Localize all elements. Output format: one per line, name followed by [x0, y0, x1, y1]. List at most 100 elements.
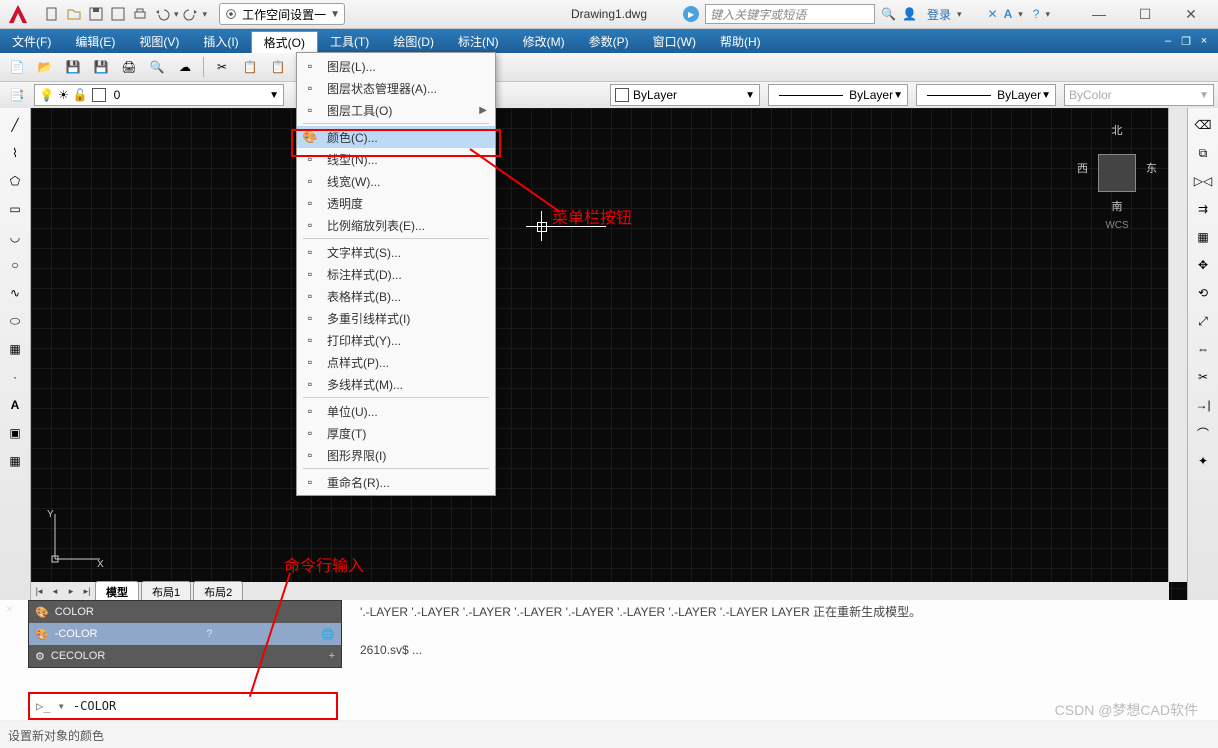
palette-close-icon[interactable]: × [6, 602, 24, 616]
hatch-icon[interactable]: ▦ [2, 336, 28, 362]
globe-icon[interactable]: 🌐 [321, 628, 335, 641]
menu-item[interactable]: ▫图形界限(I) [297, 444, 495, 466]
tb-save-icon[interactable]: 💾 [60, 54, 86, 80]
command-input[interactable]: ▷_ ▾ -COLOR [28, 692, 338, 720]
undo-icon[interactable] [152, 4, 172, 24]
menu-edit[interactable]: 编辑(E) [63, 29, 127, 53]
palette-row[interactable]: ⚙ CECOLOR + [29, 645, 341, 667]
vertical-scrollbar[interactable] [1168, 108, 1187, 582]
app-icon-a[interactable]: A [1004, 7, 1013, 21]
tb-saveas-icon[interactable]: 💾 [88, 54, 114, 80]
tb-preview-icon[interactable]: 🔍 [144, 54, 170, 80]
menu-item[interactable]: ▫标注样式(D)... [297, 263, 495, 285]
trim-icon[interactable]: ✂ [1190, 364, 1216, 390]
erase-icon[interactable]: ⌫ [1190, 112, 1216, 138]
tb-cut-icon[interactable]: ✂ [209, 54, 235, 80]
move-icon[interactable]: ✥ [1190, 252, 1216, 278]
menu-item[interactable]: ▫图层状态管理器(A)... [297, 77, 495, 99]
plotstyle-combo[interactable]: ByColor▼ [1064, 84, 1214, 106]
save-icon[interactable] [86, 4, 106, 24]
menu-modify[interactable]: 修改(M) [511, 29, 577, 53]
tb-copy-icon[interactable]: 📋 [237, 54, 263, 80]
minimize-button[interactable]: — [1076, 0, 1122, 28]
polygon-icon[interactable]: ⬠ [2, 168, 28, 194]
spline-icon[interactable]: ∿ [2, 280, 28, 306]
menu-item[interactable]: ▫图层(L)... [297, 55, 495, 77]
menu-help[interactable]: 帮助(H) [708, 29, 773, 53]
tab-first-icon[interactable]: |◂ [31, 583, 47, 599]
menu-draw[interactable]: 绘图(D) [381, 29, 446, 53]
exchange-icon[interactable]: ✕ [988, 7, 998, 21]
lineweight-combo[interactable]: ByLayer▼ [916, 84, 1056, 106]
help-icon[interactable]: ? [1033, 7, 1040, 21]
print-icon[interactable] [130, 4, 150, 24]
menu-tools[interactable]: 工具(T) [318, 29, 381, 53]
menu-item[interactable]: ▫重命名(R)... [297, 471, 495, 493]
menu-format[interactable]: 格式(O) [251, 31, 318, 53]
scale-icon[interactable]: ⤢ [1190, 308, 1216, 334]
tb-paste-icon[interactable]: 📋 [265, 54, 291, 80]
region-icon[interactable]: ▣ [2, 420, 28, 446]
menu-item[interactable]: ▫线型(N)... [297, 148, 495, 170]
menu-insert[interactable]: 插入(I) [191, 29, 250, 53]
viewcube-face[interactable] [1098, 154, 1136, 192]
wcs-label[interactable]: WCS [1077, 220, 1157, 231]
help-icon[interactable]: ? [206, 628, 212, 640]
explode-icon[interactable]: ✦ [1190, 448, 1216, 474]
close-button[interactable]: ✕ [1168, 0, 1214, 28]
mirror-icon[interactable]: ▷◁ [1190, 168, 1216, 194]
menu-item[interactable]: ▫表格样式(B)... [297, 285, 495, 307]
app-logo[interactable] [0, 0, 36, 28]
rotate-icon[interactable]: ⟲ [1190, 280, 1216, 306]
infocenter-play-icon[interactable]: ▶ [683, 6, 699, 22]
menu-view[interactable]: 视图(V) [127, 29, 191, 53]
point-icon[interactable]: · [2, 364, 28, 390]
maximize-button[interactable]: ☐ [1122, 0, 1168, 28]
layer-props-icon[interactable]: 📑 [4, 82, 30, 108]
new-icon[interactable] [42, 4, 62, 24]
saveas-icon[interactable] [108, 4, 128, 24]
search-icon[interactable]: 🔍 [881, 7, 896, 21]
menu-window[interactable]: 窗口(W) [641, 29, 708, 53]
viewcube[interactable]: 北 西 东 南 WCS [1077, 122, 1157, 232]
open-icon[interactable] [64, 4, 84, 24]
menu-file[interactable]: 文件(F) [0, 29, 63, 53]
menu-item[interactable]: ▫透明度 [297, 192, 495, 214]
tab-layout2[interactable]: 布局2 [193, 581, 243, 601]
extend-icon[interactable]: →| [1190, 392, 1216, 418]
menu-item[interactable]: ▫多线样式(M)... [297, 373, 495, 395]
mdi-close-button[interactable]: × [1196, 33, 1212, 49]
menu-item[interactable]: ▫打印样式(Y)... [297, 329, 495, 351]
mdi-restore-button[interactable]: ❐ [1178, 33, 1194, 49]
tb-open-icon[interactable]: 📂 [32, 54, 58, 80]
menu-item[interactable]: ▫线宽(W)... [297, 170, 495, 192]
tb-plot-icon[interactable]: 🖨 [116, 54, 142, 80]
copy-icon[interactable]: ⧉ [1190, 140, 1216, 166]
ellipse-icon[interactable]: ⬭ [2, 308, 28, 334]
menu-item[interactable]: ▫文字样式(S)... [297, 241, 495, 263]
menu-item[interactable]: ▫厚度(T) [297, 422, 495, 444]
tb-new-icon[interactable]: 📄 [4, 54, 30, 80]
menu-parametric[interactable]: 参数(P) [577, 29, 641, 53]
tab-layout1[interactable]: 布局1 [141, 581, 191, 601]
menu-item[interactable]: ▫单位(U)... [297, 400, 495, 422]
tab-last-icon[interactable]: ▸| [79, 583, 95, 599]
array-icon[interactable]: ▦ [1190, 224, 1216, 250]
layer-combo[interactable]: 💡 ☀ 🔓 0 ▼ [34, 84, 284, 106]
drawing-canvas[interactable]: YX 北 西 东 南 WCS |◂ ◂ ▸ ▸| 模型 布局1 布局2 [31, 108, 1187, 600]
offset-icon[interactable]: ⇉ [1190, 196, 1216, 222]
menu-item[interactable]: 🎨颜色(C)... [297, 126, 495, 148]
arc-icon[interactable]: ◡ [2, 224, 28, 250]
rect-icon[interactable]: ▭ [2, 196, 28, 222]
menu-item[interactable]: ▫图层工具(O)▶ [297, 99, 495, 121]
menu-dimension[interactable]: 标注(N) [446, 29, 511, 53]
fillet-icon[interactable]: ⌒ [1190, 420, 1216, 446]
circle-icon[interactable]: ○ [2, 252, 28, 278]
menu-item[interactable]: ▫比例缩放列表(E)... [297, 214, 495, 236]
linetype-combo[interactable]: ByLayer▼ [768, 84, 908, 106]
color-combo[interactable]: ByLayer▼ [610, 84, 760, 106]
pline-icon[interactable]: ⌇ [2, 140, 28, 166]
mdi-minimize-button[interactable]: ‒ [1160, 33, 1176, 49]
table-icon[interactable]: ▦ [2, 448, 28, 474]
palette-row[interactable]: 🎨 COLOR [29, 601, 341, 623]
